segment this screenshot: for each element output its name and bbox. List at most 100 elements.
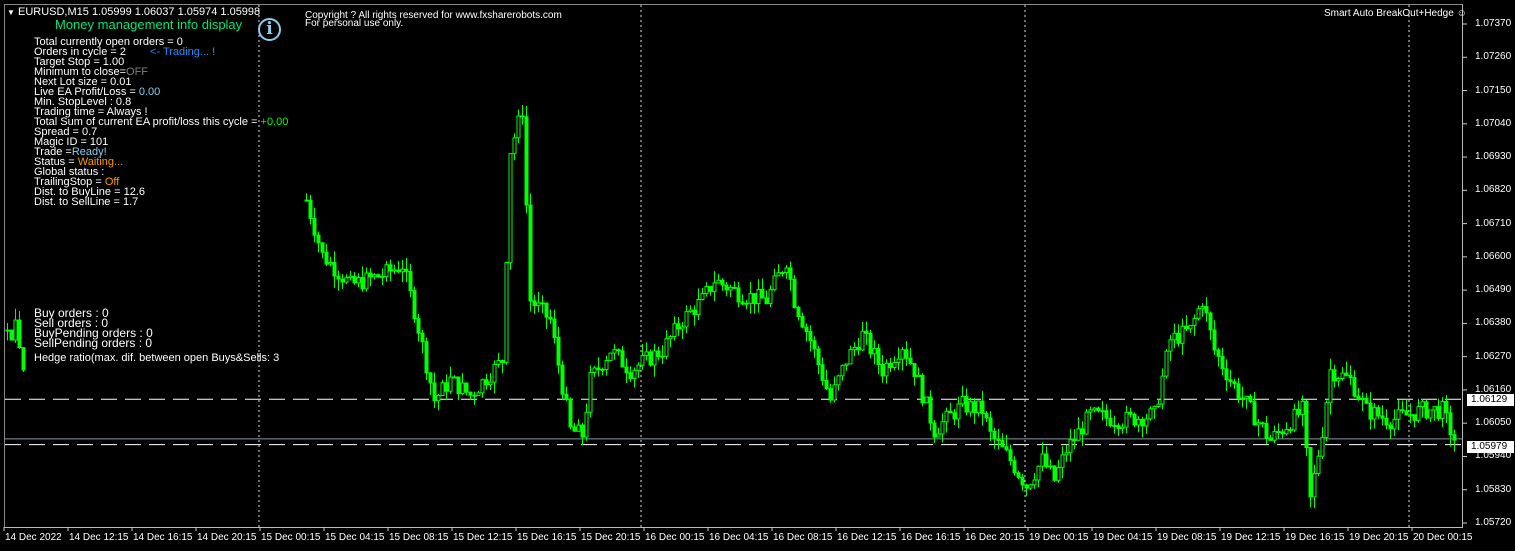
candle-body	[524, 116, 529, 206]
candle-body	[692, 309, 697, 316]
collapse-triangle-icon[interactable]: ▼	[7, 8, 15, 17]
candle-body	[348, 275, 353, 279]
candle-body	[1100, 410, 1105, 413]
candle-body	[1148, 408, 1153, 420]
candle-body	[1092, 407, 1097, 411]
time-tick: 15 Dec 08:15	[389, 532, 449, 543]
candle-body	[1104, 410, 1109, 419]
candle-body	[1132, 413, 1137, 426]
candle-body	[752, 293, 757, 305]
candle-body	[1044, 453, 1049, 468]
candle-body	[1160, 375, 1165, 405]
candle-body	[672, 323, 677, 337]
candle-body	[532, 300, 537, 307]
candle-body	[932, 422, 937, 438]
time-tick: 19 Dec 16:15	[1285, 532, 1345, 543]
candle-body	[400, 268, 405, 273]
candle-body	[1028, 484, 1033, 489]
candle-body	[720, 279, 725, 286]
candle-body	[632, 369, 637, 380]
candle-body	[992, 430, 997, 440]
candle-body	[1368, 402, 1373, 420]
candle-body	[764, 297, 769, 305]
candle-body	[916, 374, 921, 378]
candle-body	[1068, 439, 1073, 454]
candle-body	[1404, 410, 1409, 416]
candle-body	[636, 364, 641, 371]
candle-body	[472, 394, 477, 397]
candle-body	[788, 267, 793, 280]
candle-body	[1224, 368, 1229, 381]
candle-body	[1208, 312, 1213, 331]
candle-body	[1436, 406, 1441, 419]
candle-body	[848, 349, 853, 365]
candle-body	[576, 424, 581, 432]
candle-body	[512, 137, 517, 155]
candle-body	[1236, 383, 1241, 399]
candle-body	[860, 330, 865, 351]
candle-body	[680, 326, 685, 330]
candle-body	[628, 372, 633, 380]
time-tick: 16 Dec 00:15	[645, 532, 705, 543]
candle-body	[420, 332, 425, 343]
candle-body	[1380, 415, 1385, 419]
candle-body	[1300, 400, 1305, 415]
candle-body	[332, 262, 337, 277]
candle-body	[1184, 325, 1189, 330]
time-tick: 14 Dec 2022	[5, 532, 62, 543]
time-tick: 16 Dec 04:15	[709, 532, 769, 543]
price-tick: 1.06380	[1475, 317, 1512, 329]
candle-body	[1372, 407, 1377, 420]
time-tick: 14 Dec 16:15	[133, 532, 193, 543]
candle-body	[352, 275, 357, 284]
price-tick: 1.05830	[1475, 483, 1512, 495]
candle-body	[936, 433, 941, 438]
candle-body	[904, 349, 909, 359]
time-tick: 19 Dec 04:15	[1093, 532, 1153, 543]
candle-body	[620, 350, 625, 368]
candle-body	[856, 346, 861, 351]
candle-body	[1004, 446, 1009, 451]
candle-body	[1448, 412, 1453, 436]
candle-body	[1324, 402, 1329, 438]
candle-body	[712, 282, 717, 292]
info-value: 0.00	[138, 86, 161, 98]
candle-body	[460, 382, 465, 395]
candle-body	[1416, 406, 1421, 421]
candle-body	[596, 367, 601, 370]
candle-body	[1396, 409, 1401, 420]
candle-body	[1036, 465, 1041, 481]
candle-body	[1108, 417, 1113, 427]
time-tick: 14 Dec 20:15	[197, 532, 257, 543]
candle-body	[480, 379, 485, 394]
candle-body	[820, 364, 825, 381]
candle-body	[724, 284, 729, 291]
candle-body	[1200, 306, 1205, 310]
candle-body	[612, 349, 617, 354]
price-tick: 1.06490	[1475, 284, 1512, 296]
candle-body	[652, 350, 657, 366]
ea-name-label: Smart Auto BreakOut+Hedge ☺	[1324, 9, 1467, 19]
price-tick: 1.06710	[1475, 217, 1512, 229]
candle-body	[1276, 431, 1281, 434]
time-tick: 19 Dec 08:15	[1157, 532, 1217, 543]
candle-body	[644, 351, 649, 356]
candle-body	[1008, 449, 1013, 462]
candle-body	[304, 199, 309, 202]
candle-body	[748, 293, 753, 304]
candle-body	[976, 400, 981, 414]
candle-body	[696, 298, 701, 316]
candle-body	[17, 319, 22, 349]
candle-body	[388, 264, 393, 272]
candle-body	[1352, 377, 1357, 397]
candle-body	[488, 381, 493, 386]
ea-name: Smart Auto BreakOut+Hedge	[1324, 8, 1454, 19]
candle-body	[564, 393, 569, 400]
candle-body	[1152, 405, 1157, 410]
candle-body	[1308, 447, 1313, 498]
candle-body	[808, 331, 813, 342]
candle-body	[876, 348, 881, 366]
price-tick: 1.06930	[1475, 151, 1512, 163]
time-tick: 16 Dec 08:15	[773, 532, 833, 543]
candle-body	[1228, 379, 1233, 383]
